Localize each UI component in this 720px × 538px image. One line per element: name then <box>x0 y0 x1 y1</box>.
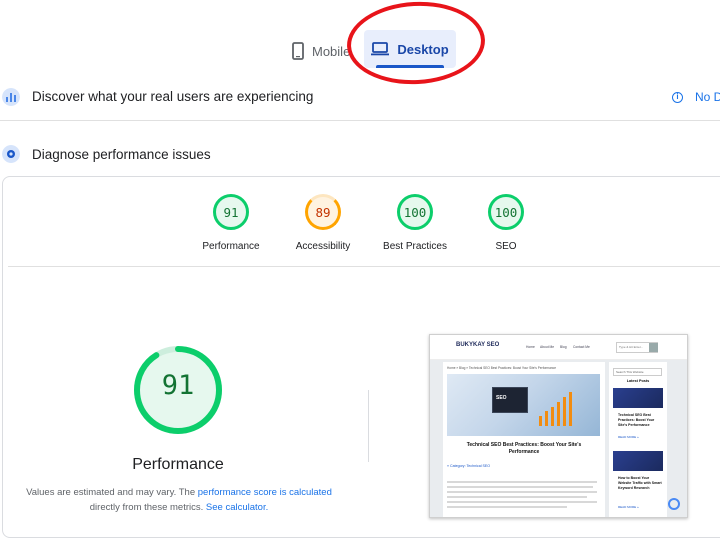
gauge-label: Accessibility <box>295 241 351 252</box>
latest-posts-heading: Latest Posts <box>626 379 650 383</box>
divider <box>0 120 720 121</box>
text-line <box>447 501 597 503</box>
vertical-divider <box>368 390 369 462</box>
text-line <box>447 491 597 493</box>
performance-score: 91 <box>161 370 195 401</box>
score-calculation-link[interactable]: performance score is calculated <box>198 487 332 498</box>
sidebar-post-title: How to Boost Your Website Traffic with S… <box>618 476 662 490</box>
note-text: directly from these metrics. <box>89 502 206 513</box>
gauge-ring: 100 <box>488 194 524 230</box>
hero-seo-text: SEO <box>496 395 507 401</box>
gauge-ring: 89 <box>305 194 341 230</box>
post-thumbnail <box>613 388 663 408</box>
screenshot-search-button <box>649 343 658 352</box>
sidebar-search: Search This Website <box>613 368 662 376</box>
see-calculator-link[interactable]: See calculator. <box>206 502 268 513</box>
gauge-value: 89 <box>315 204 331 220</box>
gauge-ring: 100 <box>397 194 433 230</box>
real-users-title: Discover what your real users are experi… <box>32 89 314 104</box>
performance-title: Performance <box>132 456 224 473</box>
screenshot-breadcrumb: Home » Blog » Technical SEO Best Practic… <box>447 366 556 370</box>
gauge-performance[interactable]: 91 Performance <box>186 194 276 252</box>
gauge-label: SEO <box>495 241 517 252</box>
text-line <box>447 496 587 498</box>
no-data-label: No D <box>695 90 720 104</box>
gauge-value: 91 <box>223 204 239 220</box>
gauge-label: Best Practices <box>383 241 447 252</box>
gauge-seo[interactable]: 100 SEO <box>461 194 551 252</box>
bar-graphic <box>537 388 589 426</box>
users-icon <box>2 88 20 106</box>
read-more-link: READ MORE » <box>618 435 639 439</box>
screenshot-sidebar <box>609 362 667 517</box>
screenshot-nav-item: Contact Me <box>573 345 590 349</box>
gauge-ring: 91 <box>213 194 249 230</box>
screenshot-logo: BUKYKAY SEO <box>456 342 500 348</box>
diagnose-title: Diagnose performance issues <box>32 147 211 162</box>
text-line <box>447 481 597 483</box>
no-data-link[interactable]: i No D <box>672 90 720 104</box>
mobile-phone-icon <box>292 42 304 60</box>
tab-mobile-label: Mobile <box>312 43 351 59</box>
gauge-label: Performance <box>202 241 260 252</box>
info-icon: i <box>672 91 683 103</box>
tab-mobile[interactable]: Mobile <box>292 32 350 70</box>
lighthouse-icon <box>2 145 20 163</box>
page-screenshot: BUKYKAY SEO Home About Me Blog Contact M… <box>429 334 688 518</box>
screenshot-category: » Category: Technical SEO <box>447 464 491 468</box>
note-text: Values are estimated and may vary. The <box>26 487 198 498</box>
screenshot-headline: Technical SEO Best Practices: Boost Your… <box>466 442 582 455</box>
post-thumbnail <box>613 451 663 471</box>
text-line <box>447 506 567 508</box>
text-line <box>447 486 593 488</box>
red-annotation-circle <box>344 0 488 88</box>
screenshot-nav-item: Blog <box>560 345 567 349</box>
gauge-value: 100 <box>403 204 427 220</box>
read-more-link: READ MORE » <box>618 505 639 509</box>
gauge-best-practices[interactable]: 100 Best Practices <box>370 194 460 252</box>
card-divider <box>8 266 720 267</box>
gauge-accessibility[interactable]: 89 Accessibility <box>278 194 368 252</box>
screenshot-nav-item: Home <box>526 345 535 349</box>
score-note: Values are estimated and may vary. The p… <box>14 485 344 515</box>
sidebar-post-title: Technical SEO Best Practices: Boost Your… <box>618 413 655 427</box>
recaptcha-icon <box>668 498 680 510</box>
gauge-value: 100 <box>494 204 518 220</box>
screenshot-nav-item: About Me <box>540 345 555 349</box>
